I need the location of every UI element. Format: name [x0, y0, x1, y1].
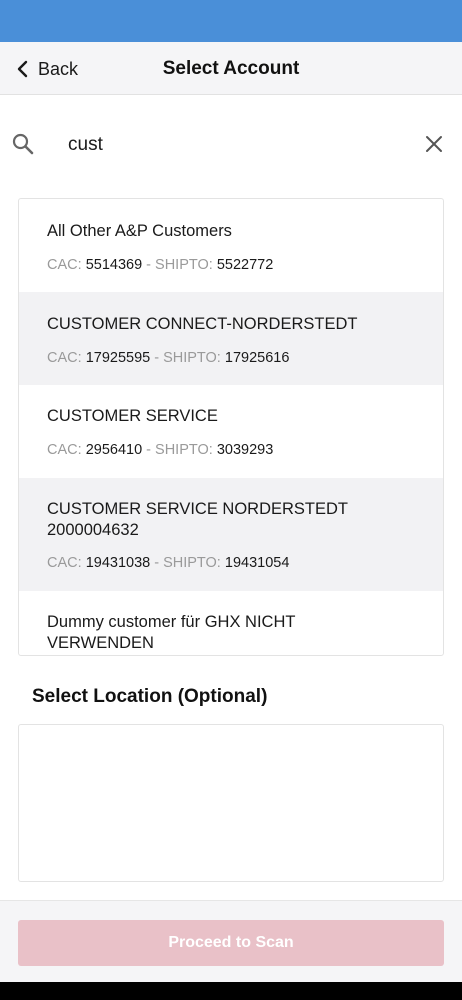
account-name-continued: VERWENDEN	[47, 634, 154, 652]
status-bar	[0, 0, 462, 42]
back-label: Back	[38, 58, 79, 79]
location-section-label: Select Location (Optional)	[32, 686, 268, 707]
account-item[interactable]: All Other A&P Customers CAC: 5514369 - S…	[19, 199, 443, 292]
account-name-continued: 2000004632	[47, 521, 139, 539]
search-input[interactable]	[58, 128, 398, 162]
account-name: CUSTOMER CONNECT-NORDERSTEDT	[47, 315, 358, 333]
back-button[interactable]: Back	[16, 56, 78, 82]
account-meta: CAC: 17925595 - SHIPTO: 17925616	[47, 350, 290, 366]
search-bar	[0, 120, 462, 170]
chevron-left-icon	[17, 60, 28, 78]
account-item[interactable]: Dummy customer für GHX NICHT VERWENDEN	[19, 591, 443, 655]
account-name: All Other A&P Customers	[47, 222, 232, 240]
account-name: CUSTOMER SERVICE NORDERSTEDT	[47, 500, 349, 518]
system-nav-bar	[0, 982, 462, 1000]
account-meta: CAC: 5514369 - SHIPTO: 5522772	[47, 257, 274, 273]
proceed-to-scan-button[interactable]: Proceed to Scan	[18, 920, 444, 966]
footer-bar: Proceed to Scan	[0, 900, 462, 982]
search-icon	[12, 133, 34, 155]
account-meta: CAC: 2956410 - SHIPTO: 3039293	[47, 442, 274, 458]
account-item[interactable]: CUSTOMER CONNECT-NORDERSTEDT CAC: 179255…	[19, 292, 443, 385]
header-bar: Back Select Account	[0, 42, 462, 95]
account-item[interactable]: CUSTOMER SERVICE NORDERSTEDT 2000004632 …	[19, 478, 443, 591]
account-name: Dummy customer für GHX NICHT	[47, 613, 296, 631]
location-list[interactable]	[18, 724, 444, 882]
account-meta: CAC: 19431038 - SHIPTO: 19431054	[47, 555, 290, 571]
close-icon[interactable]	[423, 133, 445, 155]
account-name: CUSTOMER SERVICE	[47, 407, 218, 425]
account-list[interactable]: All Other A&P Customers CAC: 5514369 - S…	[18, 198, 444, 656]
account-item[interactable]: CUSTOMER SERVICE CAC: 2956410 - SHIPTO: …	[19, 385, 443, 478]
